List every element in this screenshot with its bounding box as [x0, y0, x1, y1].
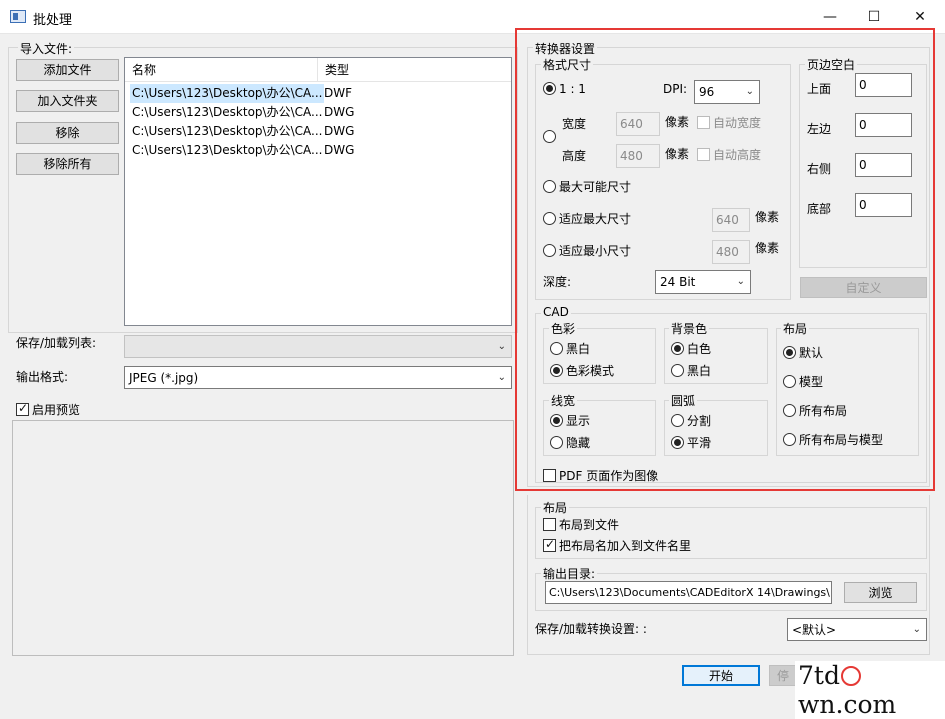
file-type: DWG [324, 105, 355, 119]
add-folder-button[interactable]: 加入文件夹 [16, 90, 119, 112]
file-list[interactable]: 名称 类型 C:\Users\123\Desktop\办公\CA... DWF … [124, 57, 512, 326]
file-type: DWG [324, 143, 355, 157]
enable-preview-label: 启用预览 [32, 403, 81, 417]
checkbox-icon [16, 401, 29, 416]
stop-button[interactable]: 停 [769, 665, 797, 686]
table-row[interactable]: C:\Users\123\Desktop\办公\CA... DWG [125, 103, 511, 122]
remove-button[interactable]: 移除 [16, 122, 119, 144]
output-format-label: 输出格式: [16, 370, 69, 384]
chevron-down-icon: ⌄ [497, 372, 506, 383]
window-title: 批处理 [33, 13, 73, 28]
import-files-legend: 导入文件: [18, 40, 75, 57]
table-row[interactable]: C:\Users\123\Desktop\办公\CA... DWF [125, 84, 511, 103]
file-type: DWF [324, 86, 353, 100]
preview-panel [12, 420, 514, 656]
right-panel-lower [527, 495, 930, 655]
save-load-list-combo[interactable]: ⌄ [124, 335, 512, 358]
file-name: C:\Users\123\Desktop\办公\CA... [132, 105, 323, 119]
file-name: C:\Users\123\Desktop\办公\CA... [130, 84, 325, 103]
watermark-text-a: 7td [798, 661, 840, 690]
watermark-logo: 7tdwn.com [795, 661, 945, 719]
column-name-header[interactable]: 名称 [125, 58, 318, 82]
table-row[interactable]: C:\Users\123\Desktop\办公\CA... DWG [125, 141, 511, 160]
save-load-list-label: 保存/加载列表: [16, 336, 97, 350]
column-type-header[interactable]: 类型 [318, 58, 511, 82]
output-format-value: JPEG (*.jpg) [129, 371, 199, 385]
app-icon [10, 10, 26, 23]
file-list-header: 名称 类型 [125, 58, 511, 82]
chevron-down-icon: ⌄ [497, 341, 506, 352]
file-name: C:\Users\123\Desktop\办公\CA... [132, 143, 323, 157]
start-button[interactable]: 开始 [682, 665, 760, 686]
file-type: DWG [324, 124, 355, 138]
highlight-frame [515, 28, 935, 491]
remove-all-button[interactable]: 移除所有 [16, 153, 119, 175]
enable-preview-checkbox[interactable]: 启用预览 [16, 401, 80, 418]
watermark-o-icon [840, 666, 861, 686]
output-format-combo[interactable]: JPEG (*.jpg) ⌄ [124, 366, 512, 389]
watermark-text-b: wn.com [798, 690, 897, 719]
file-name: C:\Users\123\Desktop\办公\CA... [132, 124, 323, 138]
add-file-button[interactable]: 添加文件 [16, 59, 119, 81]
table-row[interactable]: C:\Users\123\Desktop\办公\CA... DWG [125, 122, 511, 141]
